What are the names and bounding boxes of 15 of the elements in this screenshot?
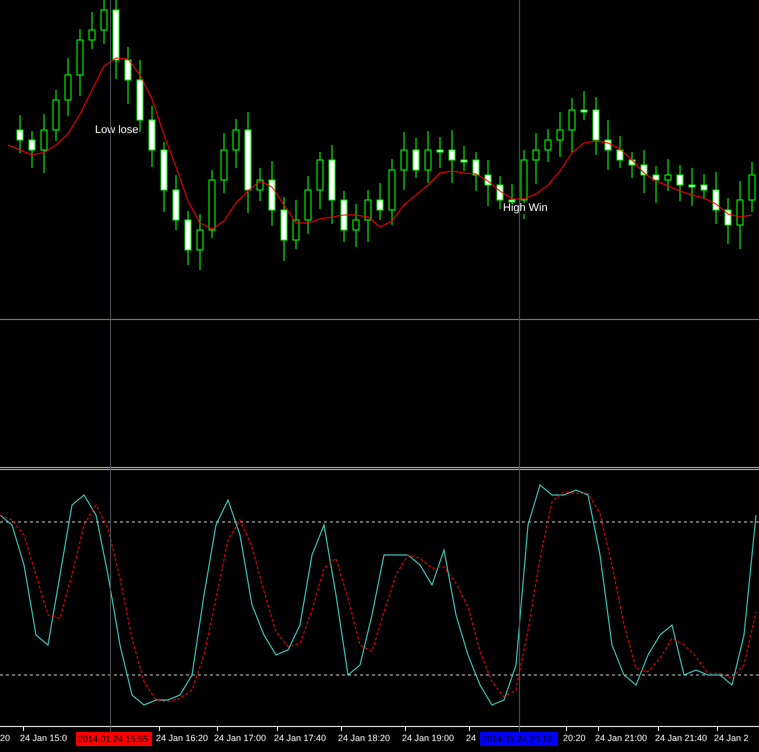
time-axis-label: 24 Jan 17:00 (214, 734, 266, 743)
time-axis-label: 24 Jan 19:00 (402, 734, 454, 743)
time-axis-label: 24 Jan 2 (714, 734, 749, 743)
time-axis-label: 24 Jan 17:40 (274, 734, 326, 743)
time-axis-label: 24 Jan 21:40 (655, 734, 708, 743)
time-axis-label: 24 Jan 15:0 (20, 734, 68, 743)
time-axis-label: 24 Jan 21:00 (595, 734, 648, 743)
chart-annotation: High Win (503, 203, 548, 214)
crosshair-time-label: 2014.01.24 15:55 (76, 732, 152, 746)
crosshair-time-label: 2014.01.24 20:10 (480, 732, 558, 746)
time-axis-label: 20:20 (563, 734, 586, 743)
time-axis-label: 24 Jan 16:20 (156, 734, 208, 743)
time-axis-label: 20 (0, 734, 10, 743)
time-axis-label: 24 Jan 18:20 (338, 734, 390, 743)
time-axis-label: 24 (466, 734, 476, 743)
